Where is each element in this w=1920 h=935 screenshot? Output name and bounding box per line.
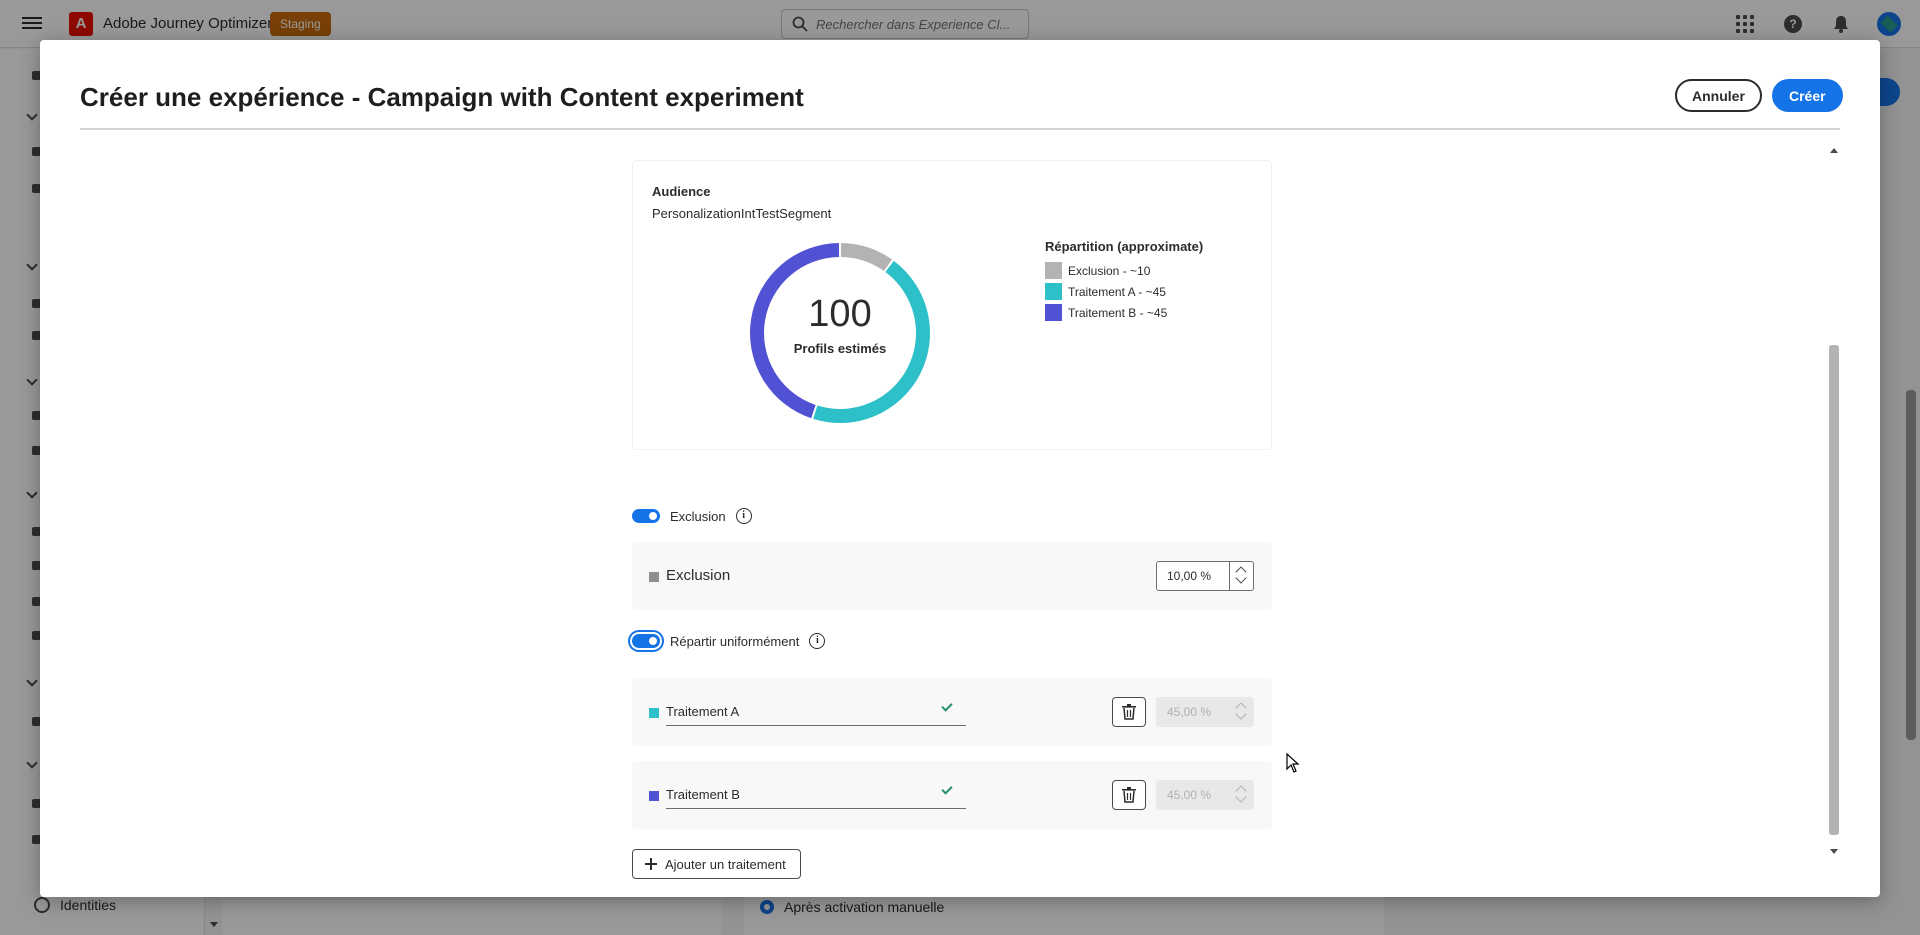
add-treatment-label: Ajouter un traitement <box>665 856 786 872</box>
scroll-up-icon[interactable] <box>1830 148 1838 153</box>
delete-treatment-button[interactable] <box>1112 697 1146 727</box>
checkmark-icon <box>941 783 953 795</box>
legend-item: Traitement B - ~45 <box>1045 302 1203 323</box>
exclusion-card: Exclusion <box>632 542 1272 610</box>
estimated-profiles-caption: Profils estimés <box>793 341 887 356</box>
estimated-profiles-count: 100 <box>808 293 872 335</box>
distribute-evenly-toggle[interactable] <box>632 634 660 648</box>
audience-label: Audience <box>652 184 711 199</box>
treatment-color-swatch <box>649 708 659 718</box>
dialog-divider <box>80 128 1840 130</box>
audience-value: PersonalizationIntTestSegment <box>652 206 832 221</box>
legend-swatch <box>1045 283 1062 300</box>
dialog-scrollbar[interactable] <box>1829 345 1839 835</box>
legend-label: Exclusion - ~10 <box>1068 263 1151 278</box>
treatment-name-field[interactable] <box>666 696 966 726</box>
legend-swatch <box>1045 304 1062 321</box>
mouse-pointer-icon <box>1286 753 1300 773</box>
exclusion-toggle-label: Exclusion <box>670 508 726 524</box>
info-icon[interactable]: i <box>809 633 826 649</box>
legend-item: Traitement A - ~45 <box>1045 281 1203 302</box>
exclusion-color-swatch <box>649 572 659 582</box>
exclusion-percent-input[interactable] <box>1157 562 1229 590</box>
treatment-percent-input <box>1157 781 1229 809</box>
exclusion-percent-stepper[interactable] <box>1156 561 1254 591</box>
treatment-percent-input <box>1157 698 1229 726</box>
legend-label: Traitement B - ~45 <box>1068 305 1168 320</box>
exclusion-toggle[interactable] <box>632 509 660 523</box>
treatment-percent-stepper <box>1156 697 1254 727</box>
legend-swatch <box>1045 262 1062 279</box>
legend-title: Répartition (approximate) <box>1045 239 1204 254</box>
distribution-legend: Répartition (approximate) Exclusion - ~1… <box>1045 239 1203 323</box>
trash-icon <box>1122 704 1136 720</box>
info-icon[interactable]: i <box>735 508 752 524</box>
legend-label: Traitement A - ~45 <box>1068 284 1166 299</box>
dialog-title: Créer une expérience - Campaign with Con… <box>80 82 804 112</box>
treatment-percent-stepper <box>1156 780 1254 810</box>
scroll-down-icon[interactable] <box>1830 849 1838 854</box>
plus-icon <box>645 858 657 870</box>
legend-item: Exclusion - ~10 <box>1045 260 1203 281</box>
audience-card: Audience PersonalizationIntTestSegment 1… <box>632 160 1272 450</box>
add-treatment-button[interactable]: Ajouter un traitement <box>632 849 801 879</box>
create-experiment-dialog: Créer une expérience - Campaign with Con… <box>40 40 1880 897</box>
delete-treatment-button[interactable] <box>1112 780 1146 810</box>
treatment-card <box>632 761 1272 829</box>
checkmark-icon <box>941 700 953 712</box>
exclusion-toggle-row: Exclusion i <box>632 508 752 524</box>
cancel-button[interactable]: Annuler <box>1675 79 1762 112</box>
create-button[interactable]: Créer <box>1772 79 1843 112</box>
trash-icon <box>1122 787 1136 803</box>
distribute-toggle-label: Répartir uniformément <box>670 633 800 649</box>
treatment-card <box>632 678 1272 746</box>
treatment-color-swatch <box>649 791 659 801</box>
treatment-name-input[interactable] <box>666 702 936 720</box>
distribute-toggle-row: Répartir uniformément i <box>632 633 826 649</box>
exclusion-name: Exclusion <box>666 567 731 584</box>
treatment-name-field[interactable] <box>666 779 966 809</box>
treatment-name-input[interactable] <box>666 785 936 803</box>
